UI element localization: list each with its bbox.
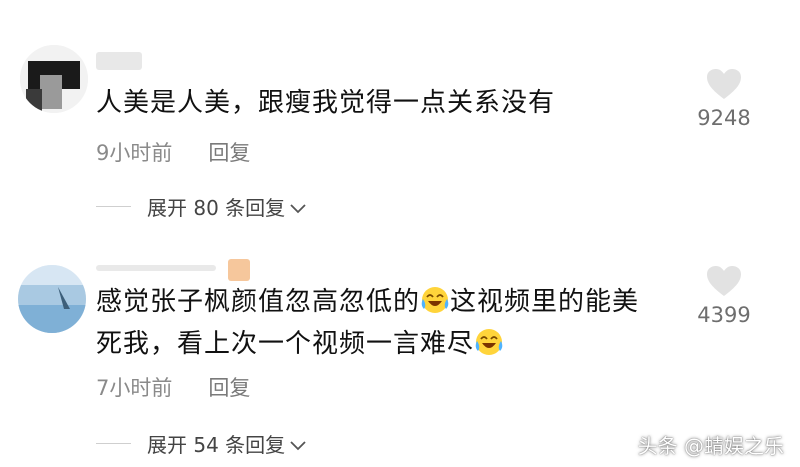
username-blurred[interactable] xyxy=(96,265,216,271)
expand-replies-label: 展开 80 条回复 xyxy=(147,196,286,220)
chevron-down-icon xyxy=(289,432,307,456)
reply-button[interactable]: 回复 xyxy=(208,376,250,400)
expand-replies-button[interactable]: 展开 80 条回复 xyxy=(96,192,307,221)
comment-text: 感觉张子枫颜值忽高忽低的 这视频里的能美死我，看上次一个视频一言难尽 xyxy=(96,284,660,368)
divider-line xyxy=(96,443,131,444)
laughing-crying-emoji-icon xyxy=(474,327,504,368)
laughing-crying-emoji-icon xyxy=(420,285,450,326)
reply-button[interactable]: 回复 xyxy=(208,141,250,165)
like-button[interactable]: 4399 xyxy=(690,265,758,327)
heart-icon xyxy=(707,69,741,99)
avatar[interactable] xyxy=(20,45,88,113)
comment-text: 人美是人美，跟瘦我觉得一点关系没有 xyxy=(96,88,556,118)
heart-icon xyxy=(707,266,741,296)
chevron-down-icon xyxy=(289,195,307,219)
user-badge-blurred xyxy=(228,259,250,281)
like-count: 4399 xyxy=(697,303,751,327)
comment-item: 人美是人美，跟瘦我觉得一点关系没有 9小时前 回复 展开 80 条回复 9248 xyxy=(0,0,800,235)
watermark: 头条 @蜻娱之乐 xyxy=(637,434,784,458)
comment-meta: 7小时前 回复 xyxy=(96,372,250,402)
comment-meta: 9小时前 回复 xyxy=(96,137,250,167)
avatar[interactable] xyxy=(18,265,86,333)
like-button[interactable]: 9248 xyxy=(690,68,758,130)
expand-replies-button[interactable]: 展开 54 条回复 xyxy=(96,429,307,458)
comment-time: 7小时前 xyxy=(96,376,173,400)
divider-line xyxy=(96,206,131,207)
username-blurred[interactable] xyxy=(96,52,142,70)
like-count: 9248 xyxy=(697,106,751,130)
comment-time: 9小时前 xyxy=(96,141,173,165)
expand-replies-label: 展开 54 条回复 xyxy=(147,433,286,457)
comment-text-part1: 感觉张子枫颜值忽高忽低的 xyxy=(96,287,421,317)
